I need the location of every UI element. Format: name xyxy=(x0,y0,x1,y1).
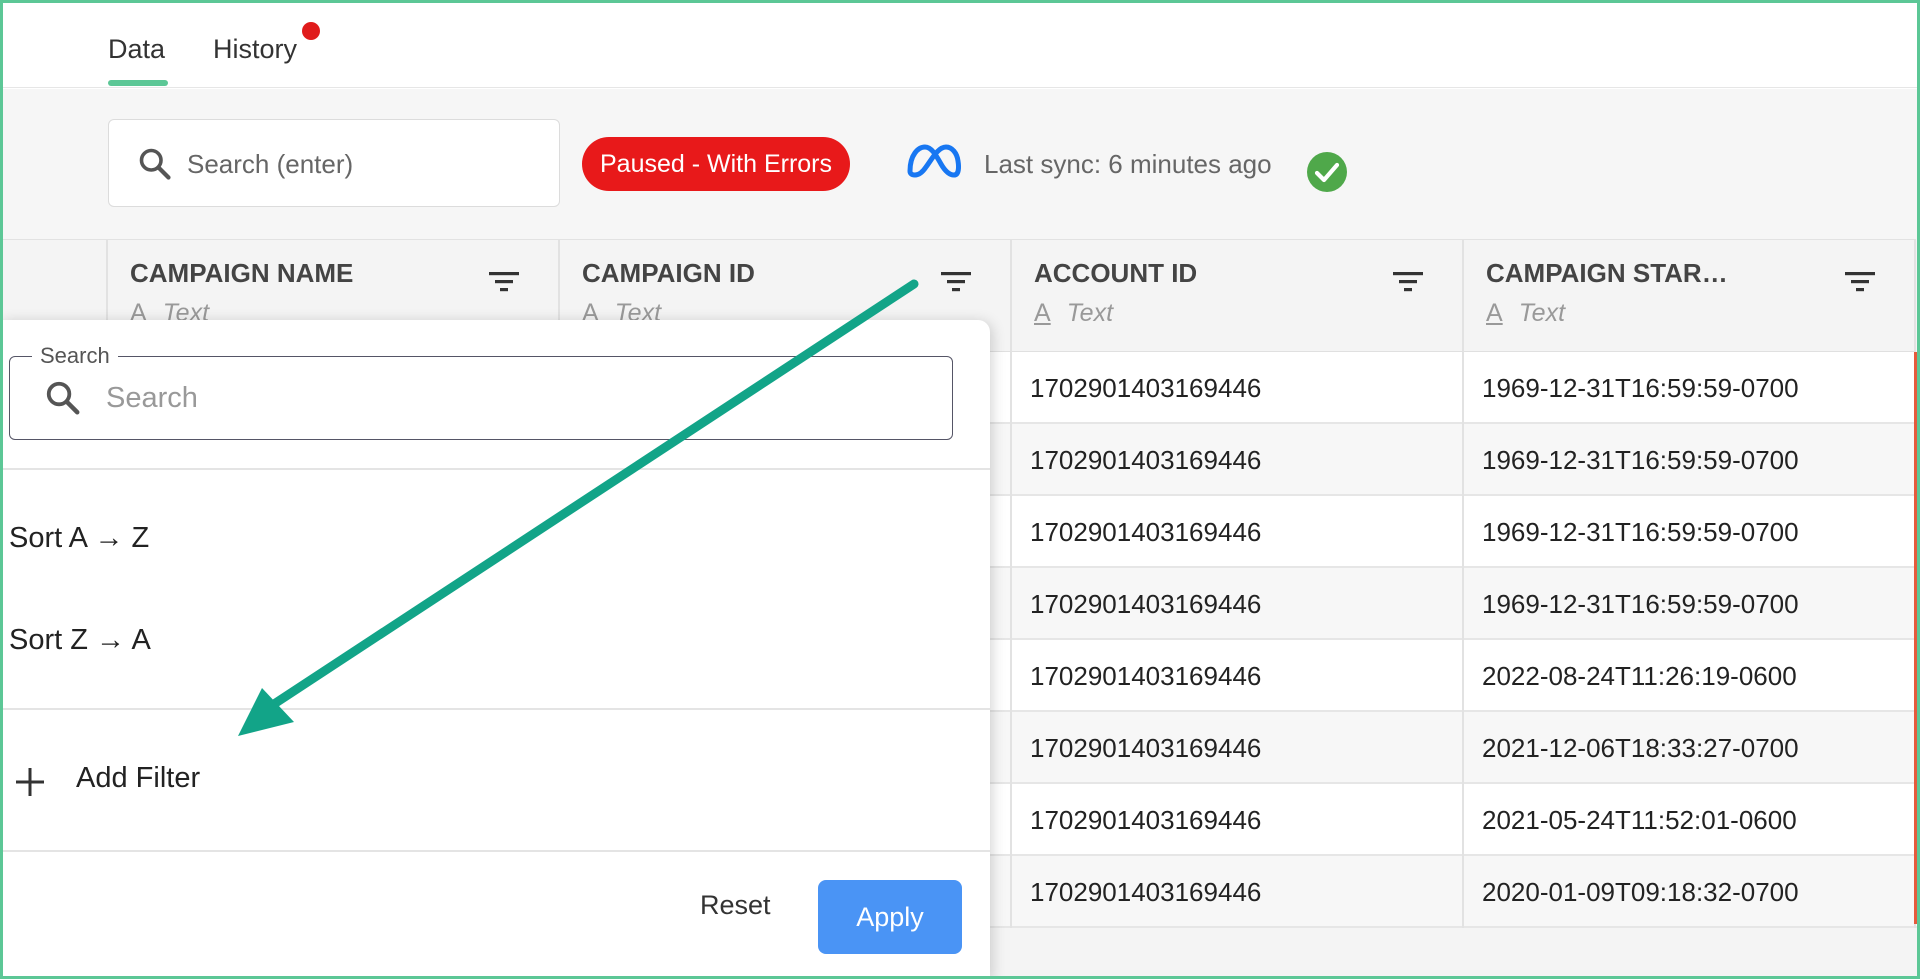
cell-campaign-start: 2021-05-24T11:52:01-0600 xyxy=(1464,784,1916,856)
column-header-campaign-start[interactable]: CAMPAIGN STAR… A Text xyxy=(1464,239,1916,352)
add-filter-label: Add Filter xyxy=(76,762,201,794)
divider xyxy=(0,708,990,710)
cell-account-id: 1702901403169446 xyxy=(1012,496,1464,568)
status-badge: Paused - With Errors xyxy=(582,137,851,191)
panel-search-field[interactable]: Search xyxy=(9,343,953,440)
cell-account-id: 1702901403169446 xyxy=(1012,784,1464,856)
filter-icon[interactable] xyxy=(488,270,520,294)
scroll-accent xyxy=(1914,352,1918,924)
cell-campaign-start: 2020-01-09T09:18:32-0700 xyxy=(1464,856,1916,928)
column-type-label: Text xyxy=(1066,299,1114,327)
cell-campaign-start: 1969-12-31T16:59:59-0700 xyxy=(1464,496,1916,568)
divider xyxy=(0,850,990,852)
sort-desc-option[interactable]: Sort Z → A xyxy=(9,624,151,657)
sort-asc-option[interactable]: Sort A → Z xyxy=(9,522,149,555)
text-type-icon: A xyxy=(1034,299,1051,327)
cell-campaign-start: 1969-12-31T16:59:59-0700 xyxy=(1464,352,1916,424)
plus-icon xyxy=(16,768,44,796)
tab-bar: Data History xyxy=(0,0,1920,88)
cell-campaign-start: 2021-12-06T18:33:27-0700 xyxy=(1464,712,1916,784)
cell-account-id: 1702901403169446 xyxy=(1012,352,1464,424)
cell-account-id: 1702901403169446 xyxy=(1012,640,1464,712)
column-title: CAMPAIGN STAR… xyxy=(1486,258,1728,288)
column-type: A Text xyxy=(1486,299,1565,328)
cell-campaign-start: 1969-12-31T16:59:59-0700 xyxy=(1464,424,1916,496)
cell-account-id: 1702901403169446 xyxy=(1012,712,1464,784)
tab-history[interactable]: History xyxy=(213,34,297,65)
column-title: CAMPAIGN ID xyxy=(582,258,755,288)
text-type-icon: A xyxy=(1486,299,1503,327)
toolbar: Paused - With Errors Last sync: 6 minute… xyxy=(0,89,1920,239)
cell-campaign-start: 1969-12-31T16:59:59-0700 xyxy=(1464,568,1916,640)
cell-account-id: 1702901403169446 xyxy=(1012,424,1464,496)
apply-button[interactable]: Apply xyxy=(818,880,962,954)
column-title: ACCOUNT ID xyxy=(1034,258,1198,288)
search-icon xyxy=(46,381,80,415)
notification-dot xyxy=(302,22,320,40)
check-circle-icon xyxy=(1307,152,1347,192)
cell-account-id: 1702901403169446 xyxy=(1012,856,1464,928)
tab-data[interactable]: Data xyxy=(108,34,165,65)
column-type-label: Text xyxy=(1518,299,1566,327)
meta-logo-icon xyxy=(907,144,961,178)
reset-button[interactable]: Reset xyxy=(700,890,771,921)
search-box[interactable] xyxy=(108,119,560,207)
panel-search-label: Search xyxy=(32,343,118,369)
search-input[interactable] xyxy=(187,142,537,186)
filter-icon[interactable] xyxy=(1392,270,1424,294)
column-header-account-id[interactable]: ACCOUNT ID A Text xyxy=(1012,239,1464,352)
active-tab-indicator xyxy=(108,80,168,86)
search-icon xyxy=(139,148,171,180)
cell-account-id: 1702901403169446 xyxy=(1012,568,1464,640)
divider xyxy=(0,468,990,470)
filter-icon[interactable] xyxy=(940,270,972,294)
cell-campaign-start: 2022-08-24T11:26:19-0600 xyxy=(1464,640,1916,712)
column-type: A Text xyxy=(1034,299,1113,328)
column-filter-panel: Search Sort A → Z Sort Z → A Add Filter … xyxy=(0,320,990,979)
panel-search-input[interactable] xyxy=(106,375,926,421)
column-title: CAMPAIGN NAME xyxy=(130,258,354,288)
last-sync-text: Last sync: 6 minutes ago xyxy=(984,149,1272,179)
filter-icon[interactable] xyxy=(1844,270,1876,294)
